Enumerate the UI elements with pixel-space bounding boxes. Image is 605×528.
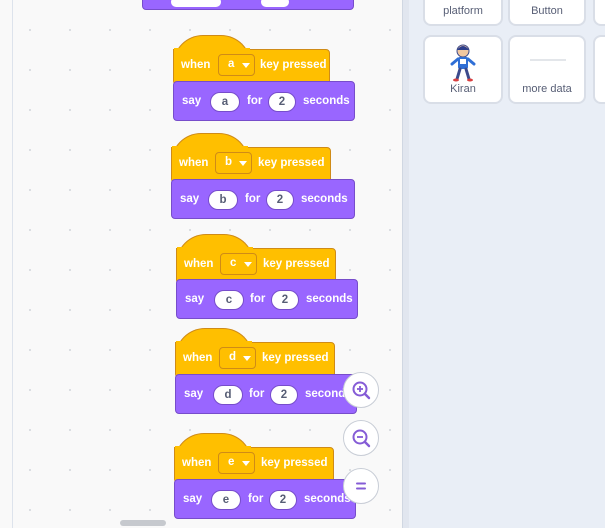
- key-pressed-label: key pressed: [260, 59, 327, 71]
- key-dropdown[interactable]: b: [215, 152, 252, 174]
- when-label: when: [182, 457, 212, 469]
- key-dropdown[interactable]: e: [218, 452, 255, 474]
- chevron-down-icon: [239, 161, 247, 166]
- chevron-down-icon: [244, 262, 252, 267]
- chevron-down-icon: [242, 63, 250, 68]
- say-label: say: [182, 95, 202, 107]
- sprite-name: Kiran: [450, 83, 476, 95]
- partial-input: [171, 0, 221, 7]
- seconds-label: seconds: [301, 193, 348, 205]
- seconds-input[interactable]: 2: [270, 385, 298, 405]
- chevron-down-icon: [242, 461, 250, 466]
- sprite-name: more data: [522, 83, 572, 95]
- say-label: say: [185, 293, 205, 305]
- sprite-list-pane: platform Button Kiran more data: [403, 0, 605, 528]
- seconds-input[interactable]: 2: [269, 490, 297, 510]
- say-for-seconds-block[interactable]: say c for 2 seconds: [176, 279, 358, 319]
- when-label: when: [179, 157, 209, 169]
- when-label: when: [181, 59, 211, 71]
- when-label: when: [183, 352, 213, 364]
- say-for-seconds-block[interactable]: say b for 2 seconds: [171, 179, 355, 219]
- for-label: for: [249, 388, 265, 400]
- seconds-input[interactable]: 2: [266, 190, 294, 210]
- key-dropdown[interactable]: d: [219, 347, 256, 369]
- seconds-input[interactable]: 2: [271, 290, 299, 310]
- kiran-sprite-thumbnail-icon: [450, 44, 476, 82]
- horizontal-scrollbar[interactable]: [120, 520, 166, 526]
- sprite-tile-button[interactable]: Button: [508, 0, 586, 26]
- zoom-in-icon: [352, 381, 371, 400]
- sprite-name: platform: [443, 5, 483, 17]
- sprite-tile-platform[interactable]: platform: [423, 0, 503, 26]
- say-for-seconds-block[interactable]: say d for 2 seconds: [175, 374, 357, 414]
- key-pressed-label: key pressed: [261, 457, 328, 469]
- zoom-reset-icon: [356, 482, 366, 490]
- say-label: say: [183, 493, 203, 505]
- for-label: for: [245, 193, 261, 205]
- message-input[interactable]: e: [211, 490, 241, 510]
- code-workspace[interactable]: when a key pressed say a for 2 seconds w…: [0, 0, 403, 528]
- for-label: for: [247, 95, 263, 107]
- block-palette-edge: [0, 0, 13, 528]
- sprite-tile-partial[interactable]: [593, 0, 605, 26]
- key-dropdown[interactable]: a: [218, 54, 255, 76]
- seconds-label: seconds: [306, 293, 353, 305]
- message-input[interactable]: d: [213, 385, 243, 405]
- zoom-reset-button[interactable]: [343, 468, 379, 504]
- partial-input: [261, 0, 289, 7]
- say-label: say: [180, 193, 200, 205]
- key-pressed-label: key pressed: [263, 258, 330, 270]
- seconds-label: seconds: [303, 95, 350, 107]
- say-label: say: [184, 388, 204, 400]
- sprite-tile-more-data[interactable]: more data: [508, 35, 586, 104]
- sprite-tile-partial[interactable]: [593, 35, 605, 104]
- for-label: for: [250, 293, 266, 305]
- say-for-seconds-block[interactable]: say a for 2 seconds: [173, 81, 355, 121]
- key-pressed-label: key pressed: [262, 352, 329, 364]
- message-input[interactable]: c: [214, 290, 244, 310]
- zoom-in-button[interactable]: [343, 372, 379, 408]
- when-label: when: [184, 258, 214, 270]
- message-input[interactable]: b: [208, 190, 238, 210]
- zoom-out-icon: [352, 429, 371, 448]
- zoom-out-button[interactable]: [343, 420, 379, 456]
- key-pressed-label: key pressed: [258, 157, 325, 169]
- seconds-input[interactable]: 2: [268, 92, 296, 112]
- chevron-down-icon: [243, 356, 251, 361]
- sprite-tile-kiran[interactable]: Kiran: [423, 35, 503, 104]
- sprite-thumbnail-line: [530, 59, 566, 61]
- partial-say-block[interactable]: [142, 0, 354, 10]
- sprite-name: Button: [531, 5, 563, 17]
- for-label: for: [248, 493, 264, 505]
- key-dropdown[interactable]: c: [220, 253, 257, 275]
- say-for-seconds-block[interactable]: say e for 2 seconds: [174, 479, 356, 519]
- message-input[interactable]: a: [210, 92, 240, 112]
